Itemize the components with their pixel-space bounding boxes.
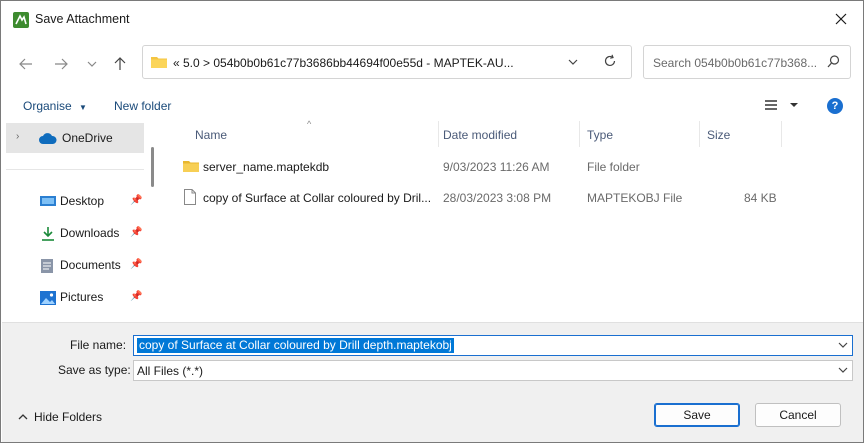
column-divider[interactable] — [781, 121, 782, 147]
save-as-type-label: Save as type: — [58, 363, 131, 377]
nav-item-label: Documents — [60, 258, 121, 272]
chevron-right-icon[interactable]: › — [16, 131, 19, 142]
caret-down-icon: ▼ — [79, 103, 87, 112]
nav-item-label: Downloads — [60, 226, 120, 240]
chevron-down-icon — [87, 61, 97, 67]
file-icon — [184, 189, 196, 208]
nav-onedrive-label: OneDrive — [62, 131, 113, 145]
nav-scrollbar[interactable] — [151, 147, 154, 187]
file-name-label: File name: — [70, 338, 127, 352]
file-type: MAPTEKOBJ File — [587, 191, 683, 205]
chevron-up-icon — [18, 414, 28, 420]
column-header-name[interactable]: Name — [195, 128, 227, 142]
pin-icon[interactable]: 📌 — [130, 195, 142, 206]
back-button[interactable] — [15, 53, 37, 75]
folder-icon — [151, 55, 167, 72]
search-icon — [827, 55, 840, 71]
cancel-button[interactable]: Cancel — [755, 403, 841, 427]
desktop-icon — [40, 195, 56, 209]
arrow-up-icon — [114, 57, 126, 70]
nav-item-desktop[interactable]: Desktop 📌 — [2, 191, 147, 213]
close-icon — [835, 13, 847, 25]
save-as-type-select[interactable]: All Files (*.*) — [133, 360, 853, 381]
list-view-icon — [765, 100, 798, 110]
file-date: 9/03/2023 11:26 AM — [443, 160, 550, 174]
address-path[interactable]: « 5.0 > 054b0b0b61c77b3686bb44694f00e55d… — [173, 56, 514, 70]
save-button[interactable]: Save — [654, 403, 740, 427]
chevron-down-icon[interactable] — [838, 339, 848, 353]
column-header-type[interactable]: Type — [587, 128, 613, 142]
file-name: server_name.maptekdb — [203, 160, 330, 174]
nav-item-pictures[interactable]: Pictures 📌 — [2, 287, 147, 309]
folder-icon — [183, 159, 199, 176]
up-button[interactable] — [109, 53, 131, 75]
nav-item-documents[interactable]: Documents 📌 — [2, 255, 147, 277]
file-name-value[interactable]: copy of Surface at Collar coloured by Dr… — [137, 338, 454, 353]
nav-item-label: Desktop — [60, 194, 105, 208]
file-list: ^ Name Date modified Type Size server_na… — [161, 119, 863, 321]
close-button[interactable] — [819, 1, 863, 37]
file-date: 28/03/2023 3:08 PM — [443, 191, 552, 205]
pin-icon[interactable]: 📌 — [130, 259, 142, 270]
view-options-button[interactable] — [764, 99, 800, 114]
recent-locations-button[interactable] — [81, 53, 103, 75]
sort-caret-icon: ^ — [307, 119, 312, 129]
pin-icon[interactable]: 📌 — [130, 291, 142, 302]
title-bar: Save Attachment — [1, 1, 863, 37]
file-size: 84 KB — [744, 191, 777, 205]
file-name: copy of Surface at Collar coloured by Dr… — [203, 191, 432, 205]
save-options-panel: File name: copy of Surface at Collar col… — [2, 322, 863, 442]
address-dropdown-icon[interactable] — [568, 56, 578, 70]
documents-icon — [40, 258, 56, 273]
onedrive-icon — [39, 133, 57, 147]
download-icon — [40, 226, 56, 241]
arrow-right-icon — [55, 58, 68, 70]
column-header-date-modified[interactable]: Date modified — [443, 128, 517, 142]
nav-item-label: Pictures — [60, 290, 104, 304]
column-divider[interactable] — [438, 121, 439, 147]
arrow-left-icon — [19, 58, 32, 70]
chevron-down-icon[interactable] — [838, 364, 848, 378]
help-icon[interactable]: ? — [827, 98, 843, 114]
file-row[interactable]: server_name.maptekdb 9/03/2023 11:26 AM … — [161, 153, 863, 181]
pin-icon[interactable]: 📌 — [130, 227, 142, 238]
nav-item-onedrive[interactable]: › OneDrive — [6, 123, 144, 153]
pictures-icon — [40, 291, 56, 305]
save-attachment-dialog: Save Attachment « 5.0 > 054b0b0b61c77b36… — [0, 0, 864, 443]
column-divider[interactable] — [579, 121, 580, 147]
file-name-input[interactable]: copy of Surface at Collar coloured by Dr… — [133, 335, 853, 356]
file-row[interactable]: copy of Surface at Collar coloured by Dr… — [161, 184, 863, 212]
window-title: Save Attachment — [35, 12, 130, 26]
nav-divider — [6, 169, 144, 170]
navigation-pane: › OneDrive Desktop 📌 Downloads 📌 Documen… — [2, 121, 160, 321]
hide-folders-button[interactable]: Hide Folders — [18, 410, 102, 424]
forward-button[interactable] — [50, 53, 72, 75]
organise-label: Organise — [23, 99, 72, 113]
address-bar[interactable]: « 5.0 > 054b0b0b61c77b3686bb44694f00e55d… — [142, 45, 632, 79]
file-type: File folder — [587, 160, 640, 174]
new-folder-button[interactable]: New folder — [114, 99, 171, 113]
column-divider[interactable] — [699, 121, 700, 147]
save-as-type-value: All Files (*.*) — [137, 364, 204, 378]
search-placeholder: Search 054b0b0b61c77b368... — [653, 56, 818, 70]
nav-item-downloads[interactable]: Downloads 📌 — [2, 223, 147, 245]
hide-folders-label: Hide Folders — [34, 410, 103, 424]
column-header-size[interactable]: Size — [707, 128, 730, 142]
search-input[interactable]: Search 054b0b0b61c77b368... — [643, 45, 851, 79]
maptek-app-icon — [13, 12, 29, 28]
refresh-icon[interactable] — [603, 54, 617, 71]
organise-menu[interactable]: Organise ▼ — [23, 99, 87, 113]
